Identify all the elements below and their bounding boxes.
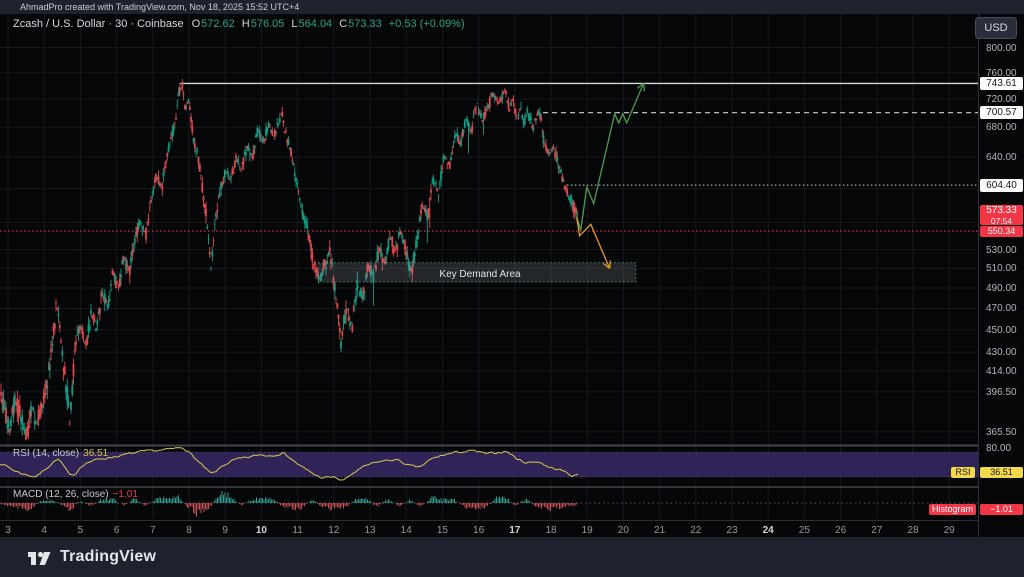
- change-value: +0.53 (+0.09%): [389, 18, 465, 30]
- price-tick: 80.00: [986, 443, 1011, 454]
- time-tick-label: 18: [541, 525, 561, 536]
- time-tick-label: 4: [34, 525, 54, 536]
- time-tick-label: 5: [70, 525, 90, 536]
- attribution-text: AhmadPro created with TradingView.com, N…: [20, 2, 299, 12]
- bar-countdown: 07:54: [980, 216, 1023, 226]
- close-value: 573.33: [348, 18, 382, 30]
- ohlc-values: O572.62 H576.05 L564.04 C573.33 +0.53 (+…: [192, 18, 465, 30]
- time-tick-label: 7: [143, 525, 163, 536]
- price-tick: 490.00: [986, 283, 1017, 294]
- price-scale-axis[interactable]: 800.00760.00720.00680.00640.00530.00510.…: [978, 14, 1024, 537]
- price-tick: 450.00: [986, 325, 1017, 336]
- time-tick-label: 23: [722, 525, 742, 536]
- price-tick: 396.50: [986, 387, 1017, 398]
- time-tick-label: 8: [179, 525, 199, 536]
- time-tick-label: 19: [577, 525, 597, 536]
- tradingview-logo-text[interactable]: TradingView: [60, 548, 156, 566]
- time-tick-label: 24: [758, 525, 778, 536]
- current-price-label: 573.33 07:54: [980, 205, 1023, 225]
- time-tick-label: 14: [396, 525, 416, 536]
- rsi-value-badge: 36.51: [980, 467, 1023, 478]
- price-tick: 800.00: [986, 43, 1017, 54]
- symbol-legend[interactable]: Zcash / U.S. Dollar · 30 · Coinbase O572…: [13, 17, 465, 31]
- open-value: 572.62: [201, 18, 235, 30]
- low-value: 564.04: [299, 18, 333, 30]
- tradingview-logo-icon[interactable]: [27, 548, 51, 566]
- time-tick-label: 15: [432, 525, 452, 536]
- macd-indicator-legend[interactable]: MACD (12, 26, close) −1.01: [13, 489, 138, 500]
- price-tick: 680.00: [986, 122, 1017, 133]
- price-tick: 510.00: [986, 263, 1017, 274]
- price-tick: 470.00: [986, 303, 1017, 314]
- time-tick-label: 11: [288, 525, 308, 536]
- rsi-indicator-legend[interactable]: RSI (14, close) 36.51: [13, 448, 108, 459]
- time-tick-label: 10: [251, 525, 271, 536]
- price-tick: 720.00: [986, 94, 1017, 105]
- time-tick-label: 26: [831, 525, 851, 536]
- current-price-value: 573.33: [980, 206, 1023, 216]
- macd-name-badge: Histogram: [929, 504, 976, 515]
- open-label: O: [192, 18, 201, 30]
- time-tick-label: 28: [903, 525, 923, 536]
- time-tick-label: 6: [107, 525, 127, 536]
- time-tick-label: 17: [505, 525, 525, 536]
- macd-value-badge: −1.01: [980, 504, 1023, 515]
- time-tick-label: 29: [939, 525, 959, 536]
- macd-value: −1.01: [113, 489, 138, 500]
- time-tick-label: 21: [650, 525, 670, 536]
- time-tick-label: 16: [469, 525, 489, 536]
- time-tick-label: 25: [794, 525, 814, 536]
- level-price-label-604: 604.40: [980, 179, 1023, 192]
- price-tick: 365.50: [986, 427, 1017, 438]
- macd-label: MACD (12, 26, close): [13, 489, 109, 500]
- price-tick: 430.00: [986, 347, 1017, 358]
- tradingview-published-chart: AhmadPro created with TradingView.com, N…: [0, 0, 1024, 577]
- time-tick-label: 13: [360, 525, 380, 536]
- price-tick: 414.00: [986, 366, 1017, 377]
- high-label: H: [242, 18, 250, 30]
- time-tick-label: 12: [324, 525, 344, 536]
- price-tick: 530.00: [986, 245, 1017, 256]
- rsi-name-badge: RSI: [951, 467, 975, 478]
- low-label: L: [291, 18, 297, 30]
- time-tick-label: 3: [0, 525, 18, 536]
- time-tick-label: 22: [686, 525, 706, 536]
- time-tick-label: 20: [613, 525, 633, 536]
- currency-toggle-button[interactable]: USD: [975, 17, 1017, 39]
- level-price-label-700: 700.57: [980, 106, 1023, 119]
- symbol-title[interactable]: Zcash / U.S. Dollar · 30 · Coinbase: [13, 18, 184, 30]
- footer-bar: TradingView: [0, 537, 1024, 577]
- time-tick-label: 27: [867, 525, 887, 536]
- close-label: C: [339, 18, 347, 30]
- rsi-label: RSI (14, close): [13, 448, 79, 459]
- price-tick: 640.00: [986, 152, 1017, 163]
- time-scale-axis[interactable]: 3 4 5 6 7 8 9 10 11 12 13 14 15 16 17 18 19 20 21 22 23 24 25 2…: [0, 520, 978, 538]
- rsi-value: 36.51: [83, 448, 108, 459]
- level-price-label-743: 743.61: [980, 77, 1023, 90]
- time-tick-label: 9: [215, 525, 235, 536]
- alert-price-label-550: 550.34: [980, 226, 1023, 237]
- attribution-bar: AhmadPro created with TradingView.com, N…: [0, 0, 1024, 14]
- high-value: 576.05: [251, 18, 285, 30]
- demand-zone-label[interactable]: Key Demand Area: [399, 269, 561, 280]
